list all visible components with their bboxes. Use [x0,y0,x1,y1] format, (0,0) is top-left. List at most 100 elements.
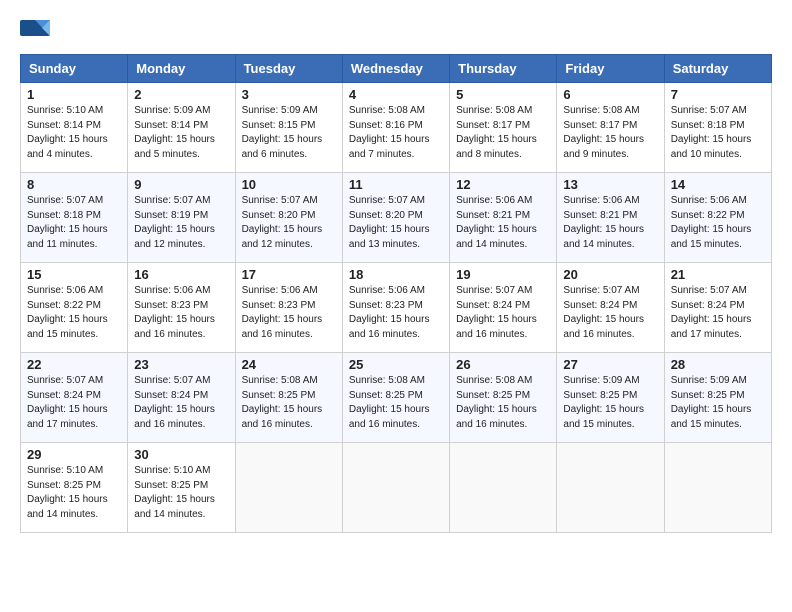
day-number: 28 [671,357,765,372]
day-info: Sunrise: 5:06 AM Sunset: 8:23 PM Dayligh… [349,284,443,342]
day-number: 12 [456,177,550,192]
header-saturday: Saturday [664,55,771,83]
calendar-cell: 7Sunrise: 5:07 AM Sunset: 8:18 PM Daylig… [664,83,771,173]
day-info: Sunrise: 5:08 AM Sunset: 8:16 PM Dayligh… [349,104,443,162]
logo-icon [20,20,50,44]
calendar-cell: 26 Sunrise: 5:08 AM Sunset: 8:25 PM Dayli… [450,353,557,443]
day-number: 3 [242,87,336,102]
calendar-cell: 24 Sunrise: 5:08 AM Sunset: 8:25 PM Dayli… [235,353,342,443]
day-number: 20 [563,267,657,282]
calendar-cell: 21 Sunrise: 5:07 AM Sunset: 8:24 PM Dayli… [664,263,771,353]
day-number: 16 [134,267,228,282]
day-info: Sunrise: 5:10 AM Sunset: 8:25 PM Dayligh… [27,464,121,522]
calendar-cell: 2Sunrise: 5:09 AM Sunset: 8:14 PM Daylig… [128,83,235,173]
day-info: Sunrise: 5:10 AM Sunset: 8:25 PM Dayligh… [134,464,228,522]
calendar-cell: 6 Sunrise: 5:08 AM Sunset: 8:17 PM Daylig… [557,83,664,173]
day-info: Sunrise: 5:07 AM Sunset: 8:24 PM Dayligh… [27,374,121,432]
day-info: Sunrise: 5:07 AM Sunset: 8:24 PM Dayligh… [671,284,765,342]
day-number: 2 [134,87,228,102]
calendar-cell: 29 Sunrise: 5:10 AM Sunset: 8:25 PM Dayli… [21,443,128,533]
day-info: Sunrise: 5:07 AM Sunset: 8:20 PM Dayligh… [349,194,443,252]
day-number: 23 [134,357,228,372]
calendar-cell: 15 Sunrise: 5:06 AM Sunset: 8:22 PM Dayli… [21,263,128,353]
calendar-cell: 9 Sunrise: 5:07 AM Sunset: 8:19 PM Daylig… [128,173,235,263]
calendar-cell: 13 Sunrise: 5:06 AM Sunset: 8:21 PM Dayli… [557,173,664,263]
calendar-cell: 17Sunrise: 5:06 AM Sunset: 8:23 PM Dayli… [235,263,342,353]
calendar-week-row: 1 Sunrise: 5:10 AM Sunset: 8:14 PM Daylig… [21,83,772,173]
day-number: 1 [27,87,121,102]
day-number: 5 [456,87,550,102]
calendar-cell: 1 Sunrise: 5:10 AM Sunset: 8:14 PM Daylig… [21,83,128,173]
day-number: 30 [134,447,228,462]
page-header [20,20,772,44]
calendar-header-row: SundayMondayTuesdayWednesdayThursdayFrid… [21,55,772,83]
day-info: Sunrise: 5:06 AM Sunset: 8:23 PM Dayligh… [242,284,336,342]
day-number: 9 [134,177,228,192]
calendar-cell: 5 Sunrise: 5:08 AM Sunset: 8:17 PM Daylig… [450,83,557,173]
calendar-table: SundayMondayTuesdayWednesdayThursdayFrid… [20,54,772,533]
calendar-cell [450,443,557,533]
calendar-cell: 23 Sunrise: 5:07 AM Sunset: 8:24 PM Dayli… [128,353,235,443]
calendar-cell: 12Sunrise: 5:06 AM Sunset: 8:21 PM Dayli… [450,173,557,263]
calendar-week-row: 15 Sunrise: 5:06 AM Sunset: 8:22 PM Dayli… [21,263,772,353]
day-info: Sunrise: 5:08 AM Sunset: 8:25 PM Dayligh… [456,374,550,432]
day-number: 13 [563,177,657,192]
day-info: Sunrise: 5:07 AM Sunset: 8:18 PM Dayligh… [27,194,121,252]
day-number: 14 [671,177,765,192]
day-number: 8 [27,177,121,192]
calendar-cell: 3 Sunrise: 5:09 AM Sunset: 8:15 PM Daylig… [235,83,342,173]
calendar-cell [342,443,449,533]
header-thursday: Thursday [450,55,557,83]
calendar-cell: 20Sunrise: 5:07 AM Sunset: 8:24 PM Dayli… [557,263,664,353]
calendar-cell: 27Sunrise: 5:09 AM Sunset: 8:25 PM Dayli… [557,353,664,443]
header-monday: Monday [128,55,235,83]
day-number: 27 [563,357,657,372]
day-number: 10 [242,177,336,192]
calendar-cell: 22 Sunrise: 5:07 AM Sunset: 8:24 PM Dayli… [21,353,128,443]
header-tuesday: Tuesday [235,55,342,83]
calendar-cell: 25 Sunrise: 5:08 AM Sunset: 8:25 PM Dayli… [342,353,449,443]
day-info: Sunrise: 5:10 AM Sunset: 8:14 PM Dayligh… [27,104,121,162]
day-number: 7 [671,87,765,102]
calendar-cell [557,443,664,533]
logo [20,20,54,44]
calendar-cell: 30 Sunrise: 5:10 AM Sunset: 8:25 PM Dayli… [128,443,235,533]
day-info: Sunrise: 5:08 AM Sunset: 8:17 PM Dayligh… [563,104,657,162]
day-number: 24 [242,357,336,372]
calendar-cell: 11 Sunrise: 5:07 AM Sunset: 8:20 PM Dayli… [342,173,449,263]
day-number: 29 [27,447,121,462]
day-info: Sunrise: 5:07 AM Sunset: 8:24 PM Dayligh… [456,284,550,342]
day-number: 25 [349,357,443,372]
day-number: 11 [349,177,443,192]
day-info: Sunrise: 5:07 AM Sunset: 8:19 PM Dayligh… [134,194,228,252]
day-number: 15 [27,267,121,282]
calendar-cell [235,443,342,533]
day-info: Sunrise: 5:08 AM Sunset: 8:17 PM Dayligh… [456,104,550,162]
day-number: 26 [456,357,550,372]
day-info: Sunrise: 5:06 AM Sunset: 8:22 PM Dayligh… [27,284,121,342]
header-sunday: Sunday [21,55,128,83]
day-info: Sunrise: 5:07 AM Sunset: 8:24 PM Dayligh… [134,374,228,432]
day-info: Sunrise: 5:08 AM Sunset: 8:25 PM Dayligh… [242,374,336,432]
day-number: 4 [349,87,443,102]
calendar-cell [664,443,771,533]
day-info: Sunrise: 5:08 AM Sunset: 8:25 PM Dayligh… [349,374,443,432]
day-info: Sunrise: 5:06 AM Sunset: 8:23 PM Dayligh… [134,284,228,342]
day-info: Sunrise: 5:07 AM Sunset: 8:20 PM Dayligh… [242,194,336,252]
day-info: Sunrise: 5:06 AM Sunset: 8:21 PM Dayligh… [563,194,657,252]
day-number: 18 [349,267,443,282]
calendar-cell: 19 Sunrise: 5:07 AM Sunset: 8:24 PM Dayli… [450,263,557,353]
calendar-cell: 14Sunrise: 5:06 AM Sunset: 8:22 PM Dayli… [664,173,771,263]
calendar-week-row: 8 Sunrise: 5:07 AM Sunset: 8:18 PM Daylig… [21,173,772,263]
calendar-cell: 8 Sunrise: 5:07 AM Sunset: 8:18 PM Daylig… [21,173,128,263]
header-wednesday: Wednesday [342,55,449,83]
day-number: 21 [671,267,765,282]
day-number: 22 [27,357,121,372]
header-friday: Friday [557,55,664,83]
calendar-cell: 4 Sunrise: 5:08 AM Sunset: 8:16 PM Daylig… [342,83,449,173]
calendar-cell: 18 Sunrise: 5:06 AM Sunset: 8:23 PM Dayli… [342,263,449,353]
calendar-cell: 16 Sunrise: 5:06 AM Sunset: 8:23 PM Dayli… [128,263,235,353]
day-number: 6 [563,87,657,102]
day-info: Sunrise: 5:09 AM Sunset: 8:15 PM Dayligh… [242,104,336,162]
day-number: 19 [456,267,550,282]
